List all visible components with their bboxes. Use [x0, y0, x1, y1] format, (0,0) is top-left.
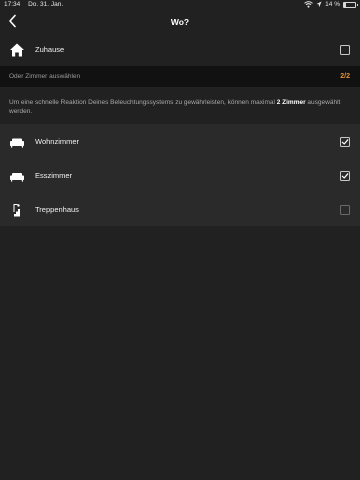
room-row-treppenhaus[interactable]: Treppenhaus [0, 194, 360, 226]
home-row[interactable]: Zuhause [0, 34, 360, 66]
status-time: 17:34 [4, 1, 21, 8]
room-checkbox-wohnzimmer[interactable] [340, 137, 350, 147]
room-limit-info: Um eine schnelle Reaktion Deines Beleuch… [9, 98, 351, 116]
room-selection-counter: 2/2 [340, 73, 350, 80]
room-label: Treppenhaus [35, 205, 79, 214]
wifi-icon [304, 1, 313, 8]
info-text-highlight: 2 Zimmer [276, 99, 306, 106]
room-row-wohnzimmer[interactable]: Wohnzimmer [0, 126, 360, 158]
battery-percentage: 14 % [325, 1, 340, 8]
home-icon [10, 43, 24, 57]
status-date: Do. 31. Jan. [28, 1, 64, 8]
room-label: Esszimmer [35, 171, 73, 180]
home-label: Zuhause [35, 45, 65, 54]
status-bar: 17:34 Do. 31. Jan. 14 % [0, 0, 360, 10]
location-icon [316, 1, 322, 8]
home-checkbox[interactable] [340, 45, 350, 55]
room-checkbox-treppenhaus[interactable] [340, 205, 350, 215]
battery-level [344, 2, 346, 7]
room-row-esszimmer[interactable]: Esszimmer [0, 160, 360, 192]
sofa-icon [10, 138, 24, 148]
status-right: 14 % [304, 1, 358, 8]
nav-bar: Wo? [0, 10, 360, 34]
staircase-icon [13, 204, 20, 217]
room-section-header: Oder Zimmer auswählen 2/2 [0, 66, 360, 87]
page-title: Wo? [170, 17, 190, 27]
checkmark-icon [341, 139, 349, 145]
status-left: 17:34 Do. 31. Jan. [4, 1, 63, 8]
checkmark-icon [341, 173, 349, 179]
room-section-label: Oder Zimmer auswählen [9, 73, 81, 80]
room-list: Wohnzimmer Esszimmer Treppenhaus [0, 124, 360, 226]
room-label: Wohnzimmer [35, 137, 80, 146]
room-checkbox-esszimmer[interactable] [340, 171, 350, 181]
dining-table-icon [10, 173, 24, 182]
info-text-start: Um eine schnelle Reaktion Deines Beleuch… [9, 99, 277, 106]
battery-icon [343, 1, 358, 8]
